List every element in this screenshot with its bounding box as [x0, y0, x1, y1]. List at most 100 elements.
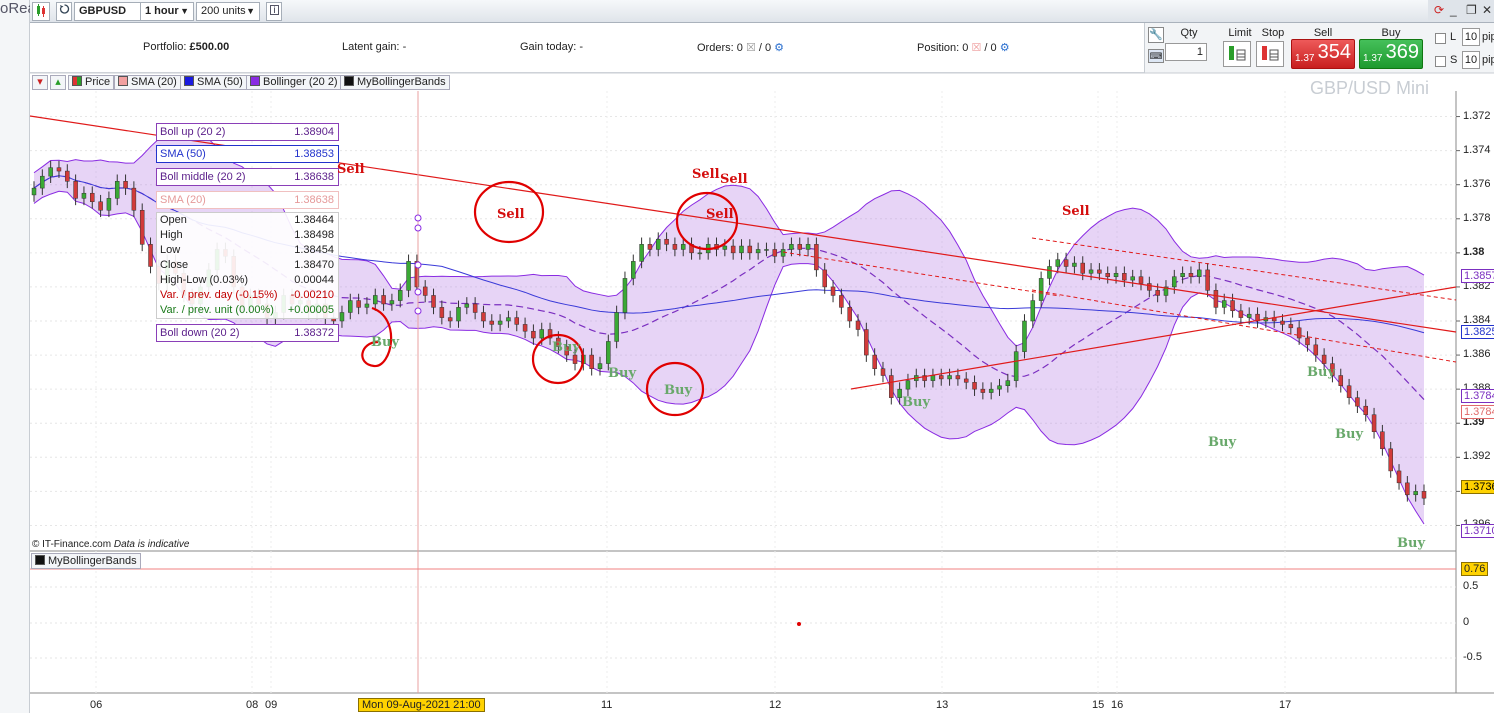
subchart-axis-label: -0.5	[1463, 651, 1482, 663]
ohlc-row: High-Low (0.03%) 0.00044	[157, 273, 338, 288]
subchart-title-label: MyBollingerBands	[48, 555, 137, 567]
candle-body	[930, 375, 936, 381]
candle-body	[339, 312, 345, 322]
candle-body	[597, 363, 603, 369]
legend-bollinger[interactable]: Bollinger (20 2)	[246, 75, 342, 90]
candle-body	[356, 300, 361, 308]
price-axis-label: 1.386	[1463, 348, 1491, 361]
candle-body	[456, 307, 461, 322]
candle-body	[1371, 414, 1377, 432]
boll-middle-label: Boll middle (20 2)	[160, 171, 246, 183]
ohlc-value: 1.38470	[294, 259, 334, 271]
candle-body	[1038, 278, 1044, 301]
candle-body	[447, 317, 453, 322]
credit-source: © IT-Finance.com	[32, 539, 112, 550]
candle-body	[431, 295, 436, 308]
candle-body	[1396, 470, 1402, 484]
candle-body	[855, 320, 861, 330]
ohlc-row: Var. / prev. day (-0.15%) -0.00210	[157, 288, 338, 303]
ohlc-value: -0.00210	[290, 289, 334, 301]
candle-body	[1005, 380, 1011, 386]
candle-body	[839, 295, 844, 308]
candle-body	[1130, 276, 1135, 281]
subchart-axis-label: 0.5	[1463, 580, 1479, 592]
sma50-label: SMA (50)	[160, 148, 206, 160]
price-tag: 1.3784	[1461, 389, 1494, 403]
candle-body	[539, 329, 544, 339]
candle-body	[822, 269, 827, 288]
candle-body	[1122, 273, 1127, 281]
time-axis-label: 17	[1279, 699, 1292, 711]
price-tag: 1.3857	[1461, 269, 1494, 283]
crosshair-marker	[414, 307, 422, 315]
legend-price[interactable]: Price	[68, 75, 115, 90]
legend-sma20-label: SMA (20)	[131, 76, 177, 88]
sma20-label: SMA (20)	[160, 194, 206, 206]
sell-annotation: Sell	[337, 162, 365, 177]
boll-down-row: Boll down (20 2) 1.38372	[156, 324, 339, 342]
price-chart[interactable]	[0, 0, 1494, 713]
candle-body	[772, 249, 778, 257]
subchart-title[interactable]: MyBollingerBands	[31, 553, 141, 569]
price-tag: 1.3825	[1461, 325, 1494, 339]
ohlc-label: Low	[160, 244, 181, 256]
time-axis-label: 06	[90, 699, 103, 711]
buy-annotation: Buy	[1307, 365, 1335, 380]
buy-annotation: Buy	[552, 340, 580, 355]
candle-body	[947, 375, 952, 380]
candle-body	[1288, 324, 1294, 329]
sell-annotation: Sell	[497, 207, 525, 222]
candle-body	[1230, 300, 1235, 312]
expand-icon[interactable]: ▴	[50, 75, 66, 90]
candle-body	[406, 261, 411, 291]
candle-body	[489, 320, 495, 325]
legend-mybb[interactable]: MyBollingerBands	[340, 75, 450, 90]
candle-body	[123, 181, 128, 189]
time-axis-label: 09	[265, 699, 278, 711]
legend-mybb-label: MyBollingerBands	[357, 76, 446, 88]
price-axis-label: 1.378	[1463, 211, 1491, 224]
candle-body	[1421, 491, 1427, 499]
ohlc-row: Var. / prev. unit (0.00%) +0.00005	[157, 303, 338, 318]
candle-body	[1355, 397, 1360, 407]
boll-up-value: 1.38904	[294, 126, 334, 138]
candle-body	[1022, 320, 1027, 352]
candle-body	[1147, 283, 1152, 291]
candle-body	[422, 286, 428, 296]
ohlc-label: Var. / prev. day (-0.15%)	[160, 289, 278, 301]
boll-up-label: Boll up (20 2)	[160, 126, 226, 138]
candle-body	[997, 385, 1002, 390]
candle-body	[589, 354, 594, 369]
candle-body	[1238, 310, 1244, 318]
candle-body	[1063, 259, 1069, 267]
time-axis-label: 16	[1111, 699, 1124, 711]
ohlc-value: 1.38498	[294, 229, 334, 241]
candle-body	[31, 187, 37, 196]
buy-annotation: Buy	[371, 335, 399, 350]
candle-body	[980, 388, 986, 393]
legend-sma50[interactable]: SMA (50)	[180, 75, 247, 90]
ohlc-label: Open	[160, 214, 187, 226]
candle-body	[98, 201, 103, 211]
sell-annotation: Sell	[706, 207, 734, 222]
legend-sma20[interactable]: SMA (20)	[114, 75, 181, 90]
candle-body	[514, 317, 520, 325]
candle-body	[847, 307, 852, 322]
collapse-icon[interactable]: ▾	[32, 75, 48, 90]
candle-body	[1205, 269, 1210, 291]
candle-body	[472, 303, 478, 313]
candle-body	[1072, 262, 1077, 267]
candle-body	[647, 244, 653, 250]
legend-bollinger-label: Bollinger (20 2)	[263, 76, 338, 88]
candle-body	[90, 192, 95, 202]
candle-body	[1155, 290, 1160, 296]
time-axis-label: 15	[1092, 699, 1105, 711]
credit-note: Data is indicative	[113, 539, 190, 550]
candle-body	[755, 249, 761, 254]
candle-body	[864, 329, 869, 356]
crosshair-marker	[414, 224, 422, 232]
ohlc-value: +0.00005	[287, 304, 334, 316]
candle-body	[664, 238, 669, 245]
ohlc-label: Var. / prev. unit (0.00%)	[160, 304, 274, 316]
candle-body	[880, 368, 886, 376]
